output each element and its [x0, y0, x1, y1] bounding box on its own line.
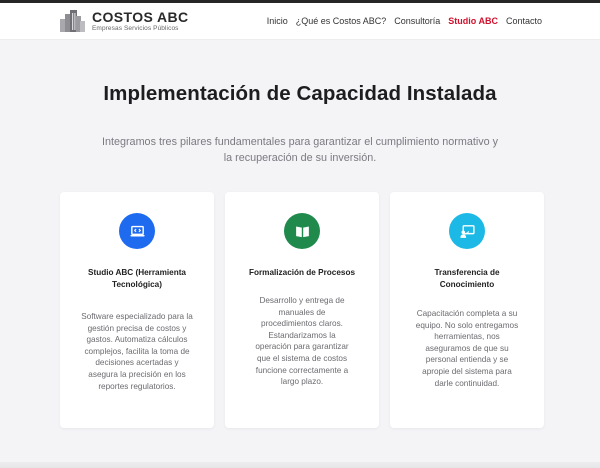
card-title: Studio ABC (Herramienta Tecnológica) [88, 268, 186, 289]
pillars-cards: Studio ABC (Herramienta Tecnológica) Sof… [60, 192, 544, 428]
code-laptop-icon [129, 225, 145, 236]
page-title: Implementación de Capacidad Instalada [103, 82, 497, 105]
main-nav: Inicio ¿Qué es Costos ABC? Consultoría S… [267, 16, 542, 26]
page-bottom-edge [0, 462, 600, 468]
card-title: Formalización de Procesos [248, 268, 356, 277]
card-description: Desarrollo y entrega de manuales de proc… [255, 296, 349, 387]
open-book-icon [295, 226, 309, 237]
site-header: COSTOS ABC Empresas Servicios Públicos I… [0, 3, 600, 40]
brand-tagline: Empresas Servicios Públicos [92, 24, 179, 32]
buildings-logo-icon [60, 10, 85, 32]
card-formalizacion: Formalización de Procesos Desarrollo y e… [225, 192, 379, 428]
brand-name: COSTOS ABC [92, 8, 189, 25]
card-title: Transferencia de Conocimiento [434, 268, 500, 289]
nav-item-consultoria[interactable]: Consultoría [394, 16, 440, 26]
nav-item-que-es[interactable]: ¿Qué es Costos ABC? [296, 16, 387, 26]
hero-section: Implementación de Capacidad Instalada In… [0, 82, 600, 166]
nav-item-studio-abc[interactable]: Studio ABC [448, 16, 498, 26]
card-icon-badge [449, 213, 485, 249]
card-transferencia: Transferencia de Conocimiento Capacitaci… [390, 192, 544, 428]
nav-item-contacto[interactable]: Contacto [506, 16, 542, 26]
card-icon-badge [284, 213, 320, 249]
teacher-presentation-icon [459, 224, 475, 238]
card-studio-abc: Studio ABC (Herramienta Tecnológica) Sof… [60, 192, 214, 428]
card-icon-badge [119, 213, 155, 249]
brand-logo[interactable]: COSTOS ABC Empresas Servicios Públicos [60, 10, 189, 33]
card-description: Software especializado para la gestión p… [81, 312, 193, 391]
page-subtitle: Integramos tres pilares fundamentales pa… [101, 136, 499, 164]
nav-item-inicio[interactable]: Inicio [267, 16, 288, 26]
card-description: Capacitación completa a su equipo. No so… [415, 309, 519, 388]
